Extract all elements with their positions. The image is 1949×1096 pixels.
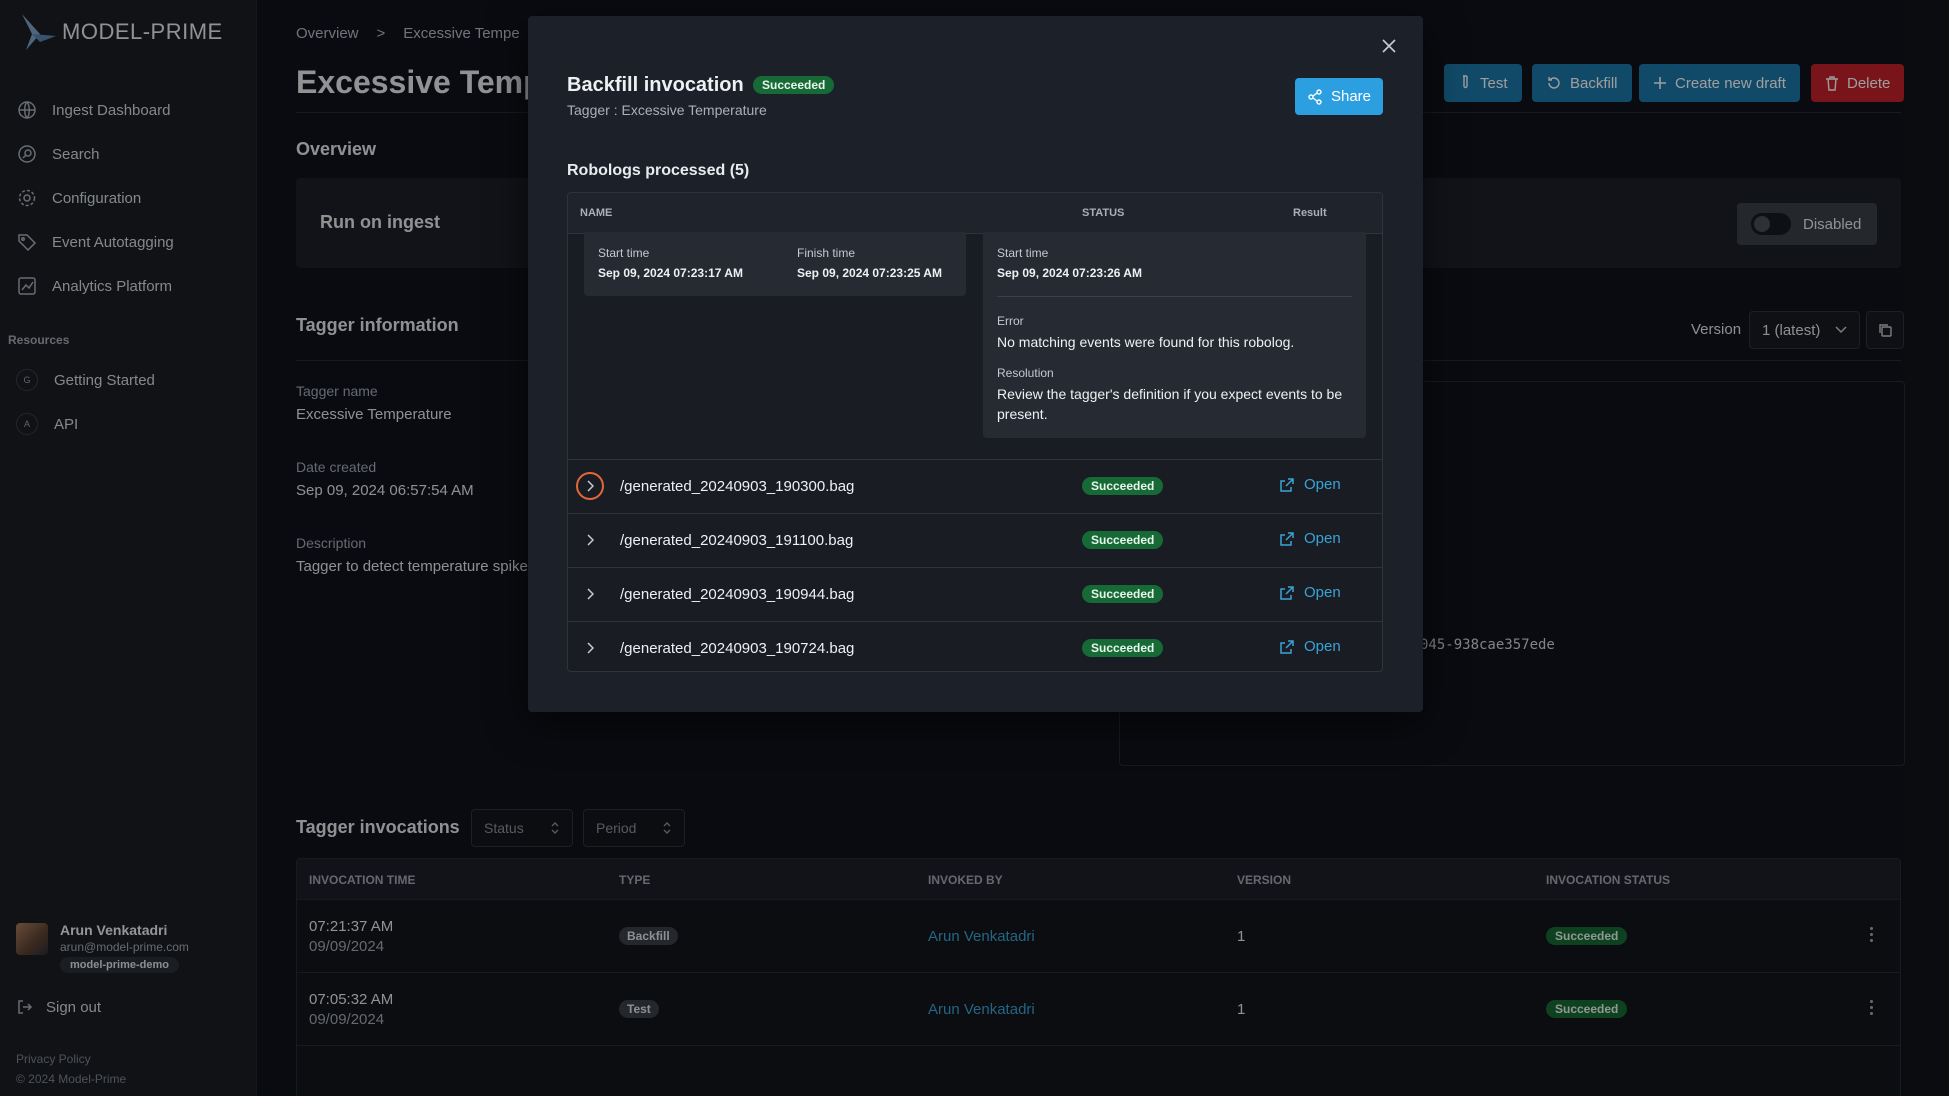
open-label: Open xyxy=(1304,638,1341,655)
start-time-value: Sep 09, 2024 07:23:17 AM xyxy=(598,266,743,280)
chevron-right-icon[interactable] xyxy=(576,634,604,662)
start-time-label: Start time xyxy=(598,246,650,260)
open-label: Open xyxy=(1304,476,1341,493)
external-link-icon xyxy=(1280,531,1294,546)
timing-card: Start time Sep 09, 2024 07:23:17 AM Fini… xyxy=(584,232,966,296)
expanded-row-detail: Start time Sep 09, 2024 07:23:17 AM Fini… xyxy=(568,232,1382,460)
error-value: No matching events were found for this r… xyxy=(997,334,1295,350)
robolog-row[interactable]: /generated_20240903_190944.bag Succeeded… xyxy=(568,568,1382,622)
share-label: Share xyxy=(1330,88,1371,105)
robolog-name: /generated_20240903_190300.bag xyxy=(620,478,855,495)
open-label: Open xyxy=(1304,530,1341,547)
robolog-name: /generated_20240903_191100.bag xyxy=(620,532,854,549)
status-badge: Succeeded xyxy=(1082,477,1164,495)
chevron-right-icon[interactable] xyxy=(576,580,604,608)
open-link[interactable]: Open xyxy=(1279,638,1341,655)
external-link-icon xyxy=(1280,585,1294,600)
col-name: NAME xyxy=(580,207,613,219)
open-link[interactable]: Open xyxy=(1279,476,1341,493)
share-button[interactable]: Share xyxy=(1294,78,1383,115)
chevron-right-icon[interactable] xyxy=(576,526,604,554)
resolution-value: Review the tagger's definition if you ex… xyxy=(997,386,1343,422)
external-link-icon xyxy=(1280,477,1294,492)
robolog-name: /generated_20240903_190724.bag xyxy=(620,640,855,657)
share-icon xyxy=(1308,88,1322,105)
status-badge: Succeeded xyxy=(1082,639,1164,657)
robolog-row[interactable]: /generated_20240903_191100.bag Succeeded… xyxy=(568,514,1382,568)
finish-time-label: Finish time xyxy=(797,246,856,260)
open-link[interactable]: Open xyxy=(1279,530,1341,547)
robolog-name: /generated_20240903_190944.bag xyxy=(620,586,855,603)
result-divider xyxy=(997,296,1352,297)
resolution-label: Resolution xyxy=(997,366,1054,380)
robologs-table: NAME STATUS Result Start time Sep 09, 20… xyxy=(567,192,1383,672)
result-card: Start time Sep 09, 2024 07:23:26 AM Erro… xyxy=(983,232,1366,438)
modal-title: Backfill invocation xyxy=(567,74,744,96)
col-result: Result xyxy=(1293,207,1327,219)
close-icon[interactable] xyxy=(1377,34,1401,58)
robologs-heading: Robologs processed (5) xyxy=(567,162,750,179)
robologs-table-header: NAME STATUS Result xyxy=(568,193,1382,234)
status-badge: Succeeded xyxy=(1082,531,1164,549)
finish-time-value: Sep 09, 2024 07:23:25 AM xyxy=(797,266,942,280)
robolog-row[interactable]: /generated_20240903_190724.bag Succeeded… xyxy=(568,622,1382,671)
error-label: Error xyxy=(997,314,1024,328)
result-start-value: Sep 09, 2024 07:23:26 AM xyxy=(997,266,1142,280)
open-label: Open xyxy=(1304,584,1341,601)
open-link[interactable]: Open xyxy=(1279,584,1341,601)
status-badge: Succeeded xyxy=(1082,585,1164,603)
backfill-invocation-modal: Backfill invocation Succeeded Tagger : E… xyxy=(528,16,1423,712)
external-link-icon xyxy=(1280,639,1294,654)
robolog-row[interactable]: /generated_20240903_190300.bag Succeeded… xyxy=(568,460,1382,514)
col-status: STATUS xyxy=(1082,207,1125,219)
result-start-label: Start time xyxy=(997,246,1049,260)
modal-status-badge: Succeeded xyxy=(753,76,835,94)
modal-subtitle: Tagger : Excessive Temperature xyxy=(567,102,767,118)
chevron-right-icon[interactable] xyxy=(576,472,604,500)
